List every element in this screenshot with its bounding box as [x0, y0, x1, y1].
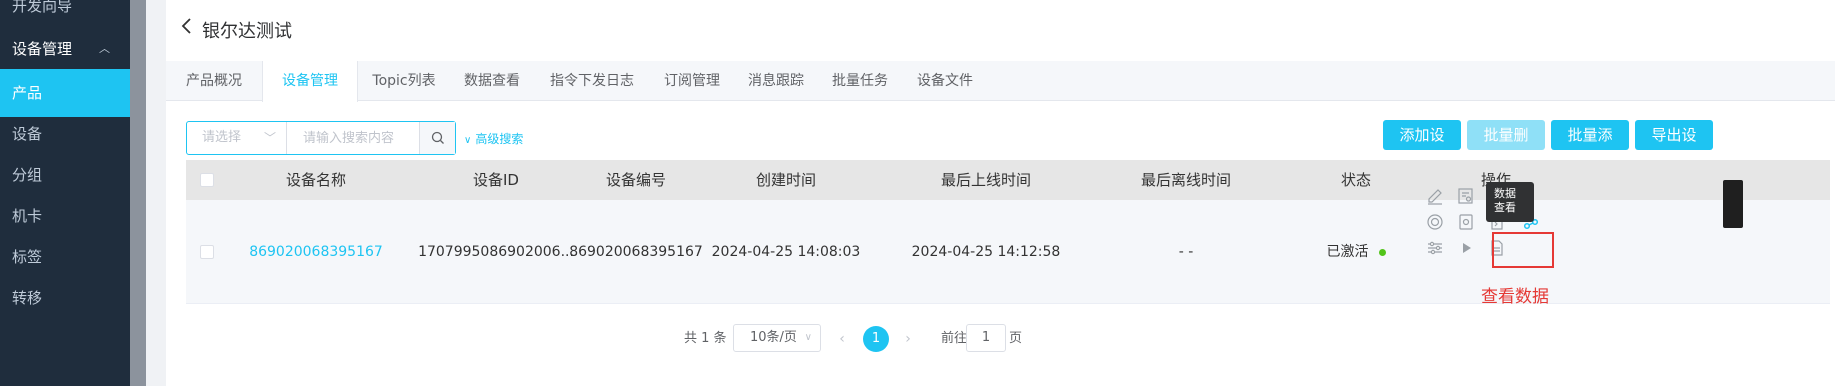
sidebar-item-label: 开发向导 — [12, 0, 73, 15]
sidebar-item-label: 产品 — [12, 84, 43, 102]
status-dot — [1378, 248, 1386, 256]
tab-batch-task[interactable]: 批量任务 — [818, 61, 902, 101]
chevron-up-icon: ︿ — [99, 42, 110, 55]
chevron-down-icon: ﹀ — [263, 131, 276, 145]
advanced-search-label: 高级搜索 — [475, 132, 524, 146]
select-all-checkbox[interactable] — [200, 173, 214, 187]
sidebar-item-label: 机卡 — [12, 207, 43, 225]
device-name-link[interactable]: 869020068395167 — [226, 200, 406, 304]
batch-delete-button[interactable]: 批量删除 — [1467, 120, 1545, 174]
chevron-down-icon: ∨ — [804, 332, 812, 343]
export-device-button[interactable]: 导出设备 — [1635, 120, 1713, 174]
settings-sliders-icon[interactable] — [1425, 238, 1445, 258]
column-header: 创建时间 — [755, 171, 816, 189]
goto-label: 前往 — [941, 331, 968, 346]
goto-page-input[interactable]: 1 — [966, 324, 1006, 352]
advanced-search-toggle[interactable]: ∨ 高级搜索 — [464, 130, 523, 147]
edit-icon[interactable] — [1425, 186, 1445, 206]
annotation-label: 查看数据 — [1481, 287, 1549, 307]
sidebar-item-label: 分组 — [12, 166, 43, 184]
pagination-total: 共 1 条 — [684, 331, 727, 346]
table-header: 设备名称 设备ID 设备编号 创建时间 最后上线时间 最后离线时间 状态 操作 — [186, 160, 1830, 200]
search-field-select[interactable]: 请选择 ﹀ — [187, 122, 287, 154]
highlight-box — [1492, 232, 1554, 268]
search-input[interactable] — [287, 122, 422, 154]
play-icon[interactable] — [1456, 238, 1476, 258]
column-header: 设备名称 — [285, 171, 346, 189]
column-header: 最后离线时间 — [1140, 171, 1231, 189]
tab-bar: 产品概况 设备管理 Topic列表 数据查看 指令下发日志 订阅管理 消息跟踪 … — [166, 61, 1835, 102]
last-offline-cell: - - — [1178, 244, 1194, 260]
search-icon — [431, 131, 444, 144]
status-cell: 已激活 — [1296, 200, 1416, 304]
tab-product-overview[interactable]: 产品概况 — [166, 61, 262, 101]
tab-subscription[interactable]: 订阅管理 — [650, 61, 734, 101]
main-panel: 银尔达测试 产品概况 设备管理 Topic列表 数据查看 指令下发日志 订阅管理… — [166, 0, 1835, 386]
tab-message-trace[interactable]: 消息跟踪 — [734, 61, 818, 101]
scrollbar-handle[interactable] — [1723, 180, 1743, 228]
chevron-down-icon: ∨ — [464, 135, 472, 146]
sidebar: 开发向导 设备管理 ︿ 产品 设备 分组 机卡 标签 转移 — [0, 0, 130, 386]
next-page-icon[interactable]: › — [898, 325, 918, 353]
search-group: 请选择 ﹀ — [186, 121, 456, 155]
tooltip: 数据查看 — [1486, 182, 1534, 222]
sidebar-item-transfer[interactable]: 转移 — [0, 274, 130, 322]
page-header: 银尔达测试 — [166, 0, 1835, 60]
tab-device-file[interactable]: 设备文件 — [902, 61, 988, 101]
tab-device-management[interactable]: 设备管理 — [262, 61, 358, 102]
select-placeholder: 请选择 — [202, 130, 242, 145]
device-config-icon[interactable] — [1456, 212, 1476, 232]
sidebar-item-label: 设备管理 — [12, 40, 73, 58]
page-unit-label: 页 — [1009, 331, 1023, 346]
column-header: 状态 — [1340, 171, 1371, 189]
app-root: 开发向导 设备管理 ︿ 产品 设备 分组 机卡 标签 转移 银尔达测试 产品概况… — [0, 0, 1835, 386]
tab-topic-list[interactable]: Topic列表 — [358, 61, 450, 101]
page-size-select[interactable]: 10条/页 ∨ — [733, 324, 821, 352]
table-row: 869020068395167 1707995086902006... 8690… — [186, 188, 1830, 304]
sidebar-group-device-management[interactable]: 设备管理 ︿ — [0, 25, 130, 73]
tab-data-view[interactable]: 数据查看 — [450, 61, 534, 101]
sidebar-item-label: 标签 — [12, 248, 43, 266]
page-title: 银尔达测试 — [202, 21, 292, 42]
last-online-cell: 2024-04-25 14:12:58 — [911, 244, 1061, 260]
sidebar-item-label: 转移 — [12, 289, 43, 307]
row-checkbox[interactable] — [200, 245, 214, 259]
status-badge: 已激活 — [1326, 244, 1369, 260]
prev-page-icon[interactable]: ‹ — [832, 325, 852, 353]
column-header: 最后上线时间 — [940, 171, 1031, 189]
add-device-button[interactable]: 添加设备 — [1383, 120, 1461, 174]
search-button[interactable] — [419, 122, 455, 154]
created-time-cell: 2024-04-25 14:08:03 — [711, 244, 861, 260]
tab-command-log[interactable]: 指令下发日志 — [534, 61, 650, 101]
page-number-current[interactable]: 1 — [863, 326, 889, 352]
sidebar-divider — [130, 0, 146, 386]
batch-add-button[interactable]: 批量添加 — [1551, 120, 1629, 174]
detail-icon[interactable] — [1456, 186, 1476, 206]
page-size-value: 10条/页 — [750, 330, 797, 345]
lifebuoy-icon[interactable] — [1425, 212, 1445, 232]
sidebar-item-label: 设备 — [12, 125, 43, 143]
chevron-left-icon[interactable] — [180, 16, 200, 40]
